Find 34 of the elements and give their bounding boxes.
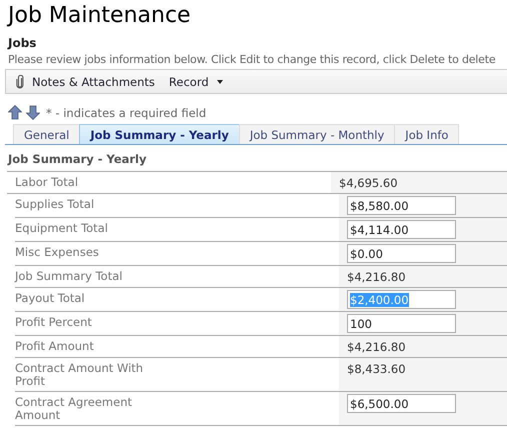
field-label: Profit Percent bbox=[15, 314, 93, 331]
value-text: $4,695.60 bbox=[339, 175, 398, 190]
tab[interactable]: Job Summary - Yearly bbox=[79, 124, 240, 144]
tab[interactable]: General bbox=[13, 124, 80, 144]
required-note: * - indicates a required field bbox=[46, 106, 206, 120]
record-menu-button[interactable]: Record bbox=[168, 74, 223, 88]
section-title: Jobs bbox=[6, 35, 38, 50]
field-label: Profit Amount bbox=[15, 338, 95, 355]
field-label: Contract Amount With Profit bbox=[15, 360, 144, 390]
panel-title: Job Summary - Yearly bbox=[6, 151, 148, 166]
input-field[interactable]: $6,500.00 bbox=[347, 394, 456, 413]
tab[interactable]: Job Info bbox=[394, 124, 460, 144]
field-label: Supplies Total bbox=[15, 196, 96, 213]
value-text: $4,216.80 bbox=[347, 269, 406, 284]
page-title: Job Maintenance bbox=[6, 2, 192, 30]
description-text: Please review jobs information below. Click Edit to change this record, click Delete to delete bbox=[7, 52, 496, 66]
paperclip-icon bbox=[16, 74, 24, 88]
field-label: Job Summary Total bbox=[15, 268, 124, 285]
caret-icon bbox=[216, 80, 223, 84]
notes-attachments-button[interactable]: Notes & Attachments bbox=[16, 74, 155, 88]
field-label: Contract Agreement Amount bbox=[15, 394, 133, 424]
field-label: Labor Total bbox=[14, 174, 80, 191]
field-label: Equipment Total bbox=[15, 220, 109, 237]
tab[interactable]: Job Summary - Monthly bbox=[238, 124, 396, 144]
input-field[interactable]: $8,580.00 bbox=[347, 196, 456, 215]
input-field[interactable]: 100 bbox=[347, 314, 456, 333]
value-text: $4,216.80 bbox=[347, 339, 406, 354]
field-label: Payout Total bbox=[15, 290, 86, 307]
value-text: $8,433.60 bbox=[347, 361, 406, 376]
input-field[interactable]: $0.00 bbox=[347, 244, 456, 263]
down-arrow-icon[interactable] bbox=[26, 105, 40, 120]
field-label: Misc Expenses bbox=[15, 244, 100, 261]
up-arrow-icon[interactable] bbox=[8, 105, 22, 120]
input-field[interactable]: $4,114.00 bbox=[347, 220, 456, 239]
